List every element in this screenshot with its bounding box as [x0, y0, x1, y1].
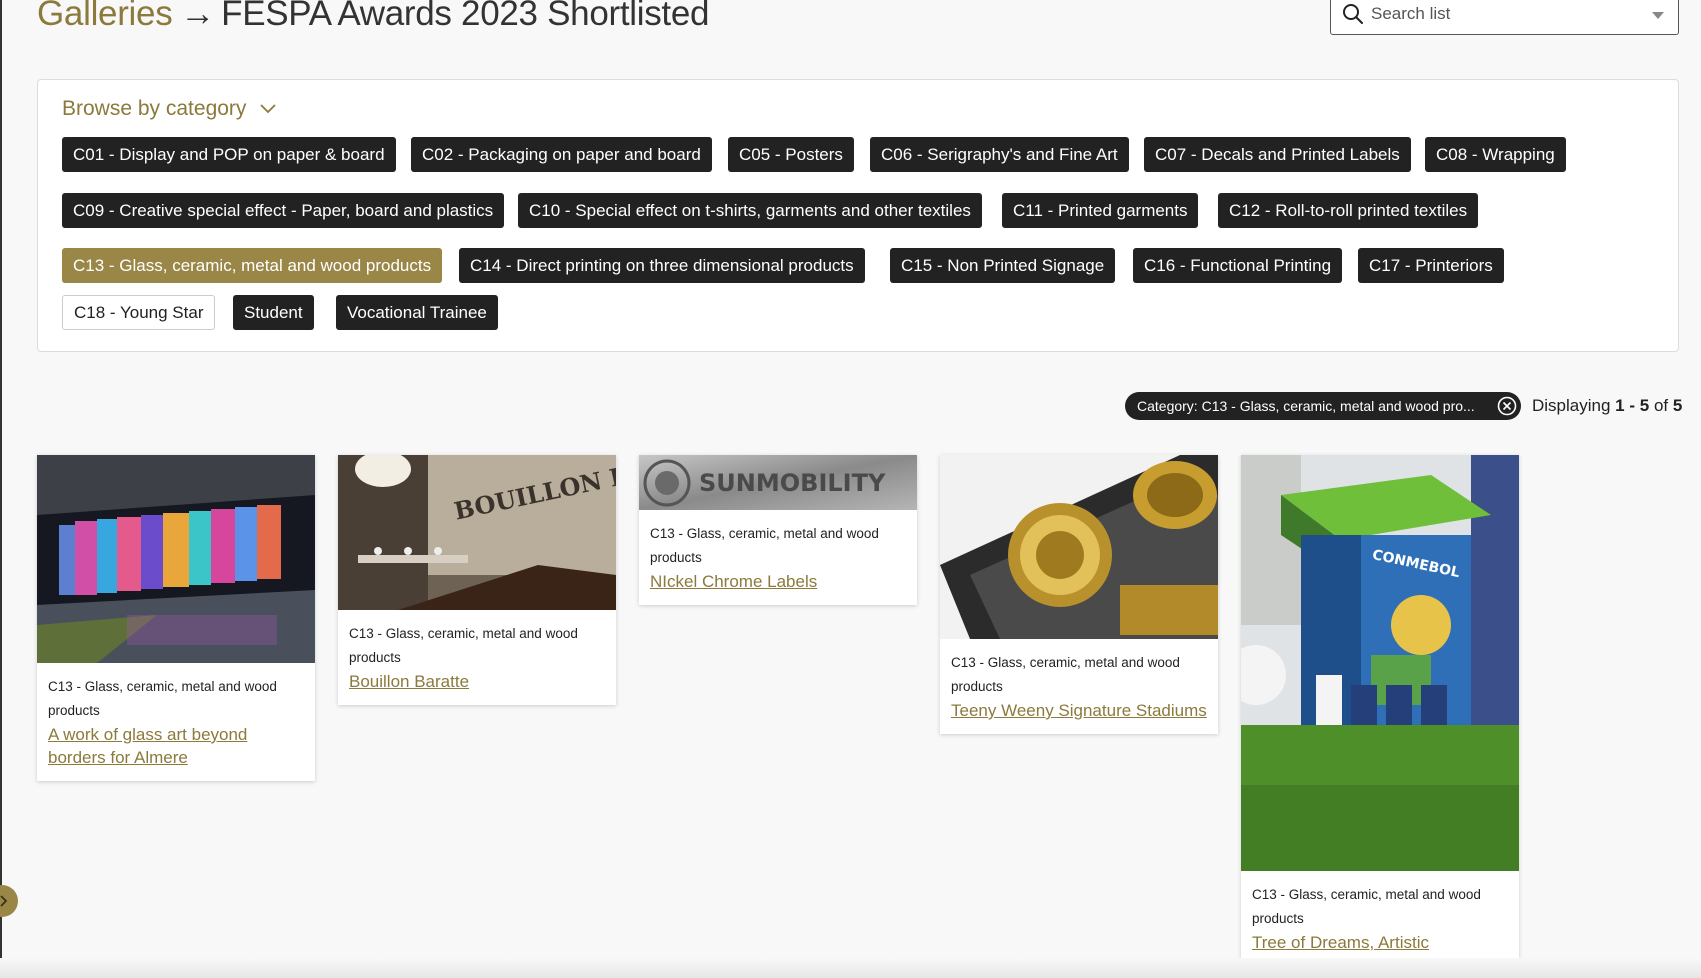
search-icon: [1343, 4, 1363, 24]
left-edge-rule: [0, 0, 2, 978]
chevron-right-icon: [0, 895, 8, 907]
dropdown-caret-icon[interactable]: [1652, 12, 1664, 19]
category-chip-c02[interactable]: C02 - Packaging on paper and board: [411, 137, 712, 172]
category-chip-c16[interactable]: C16 - Functional Printing: [1133, 248, 1343, 283]
category-chip-c11[interactable]: C11 - Printed garments: [1002, 193, 1199, 228]
browse-by-category-toggle[interactable]: Browse by category: [62, 97, 277, 121]
active-filter-pill: Category: C13 - Glass, ceramic, metal an…: [1125, 392, 1521, 420]
card-category: C13 - Glass, ceramic, metal and wood pro…: [951, 655, 1180, 694]
category-chip-c10[interactable]: C10 - Special effect on t-shirts, garmen…: [518, 193, 982, 228]
card-category: C13 - Glass, ceramic, metal and wood pro…: [1252, 887, 1481, 926]
category-chip-c13-active[interactable]: C13 - Glass, ceramic, metal and wood pro…: [62, 248, 443, 283]
gallery-card[interactable]: C13 - Glass, ceramic, metal and wood pro…: [940, 455, 1218, 734]
category-chip-vocational-trainee[interactable]: Vocational Trainee: [336, 295, 498, 330]
category-chip-c17[interactable]: C17 - Printeriors: [1358, 248, 1504, 283]
card-title-link[interactable]: NIckel Chrome Labels: [650, 570, 906, 593]
category-chip-c18[interactable]: C18 - Young Star: [62, 295, 216, 330]
card-image-glass-art[interactable]: [37, 455, 315, 663]
card-title-link[interactable]: A work of glass art beyond borders for A…: [48, 723, 304, 769]
card-category: C13 - Glass, ceramic, metal and wood pro…: [48, 679, 277, 718]
page-title-text: FESPA Awards 2023 Shortlisted: [221, 0, 710, 33]
category-chip-c08[interactable]: C08 - Wrapping: [1425, 137, 1566, 172]
category-chip-c07[interactable]: C07 - Decals and Printed Labels: [1144, 137, 1411, 172]
card-image-logo-text: SUNMOBILITY: [699, 469, 886, 497]
category-chip-c14[interactable]: C14 - Direct printing on three dimension…: [459, 248, 865, 283]
display-range: 1 - 5: [1615, 396, 1650, 415]
card-image-signature-stadiums[interactable]: [940, 455, 1218, 639]
display-count: Displaying 1 - 5 of 5: [1532, 392, 1682, 420]
category-chip-c15[interactable]: C15 - Non Printed Signage: [890, 248, 1116, 283]
card-title-link[interactable]: Teeny Weeny Signature Stadiums: [951, 699, 1207, 722]
category-chip-c05[interactable]: C05 - Posters: [728, 137, 854, 172]
card-image-nickel-chrome-labels[interactable]: SUNMOBILITY: [639, 455, 917, 510]
category-chip-c01[interactable]: C01 - Display and POP on paper & board: [62, 137, 396, 172]
page-title: Galleries → FESPA Awards 2023 Shortlisted: [37, 0, 709, 34]
gallery-card[interactable]: SUNMOBILITY C13 - Glass, ceramic, metal …: [639, 455, 917, 605]
card-title-link[interactable]: Bouillon Baratte: [349, 670, 605, 693]
card-image-bouillon-baratte[interactable]: BOUILLON BARATTE: [338, 455, 616, 610]
breadcrumb-galleries-link[interactable]: Galleries: [37, 0, 173, 33]
category-chip-c06[interactable]: C06 - Serigraphy's and Fine Art: [870, 137, 1129, 172]
breadcrumb-arrow: →: [180, 0, 216, 33]
card-category: C13 - Glass, ceramic, metal and wood pro…: [349, 626, 578, 665]
card-category: C13 - Glass, ceramic, metal and wood pro…: [650, 526, 879, 565]
category-chip-student[interactable]: Student: [233, 295, 314, 330]
gallery-card[interactable]: BOUILLON BARATTE C13 - Glass, ceramic, m…: [338, 455, 616, 705]
side-panel-toggle[interactable]: [0, 885, 18, 917]
card-image-tree-of-dreams[interactable]: CONMEBOL: [1241, 455, 1519, 871]
browse-by-category-label: Browse by category: [62, 97, 247, 120]
category-chip-c09[interactable]: C09 - Creative special effect - Paper, b…: [62, 193, 505, 228]
close-icon[interactable]: [1497, 396, 1517, 416]
category-chip-c12[interactable]: C12 - Roll-to-roll printed textiles: [1218, 193, 1479, 228]
browse-by-category-panel: Browse by category C01 - Display and POP…: [37, 79, 1679, 352]
active-filter-label: Category: C13 - Glass, ceramic, metal an…: [1137, 398, 1475, 414]
gallery-card[interactable]: C13 - Glass, ceramic, metal and wood pro…: [37, 455, 315, 781]
display-of: of: [1653, 396, 1669, 415]
gallery-card[interactable]: CONMEBOL C13 - Glass, ceramic, metal and…: [1241, 455, 1519, 978]
display-prefix: Displaying: [1532, 396, 1611, 415]
search-list-box[interactable]: [1330, 0, 1679, 35]
search-input[interactable]: [1371, 1, 1641, 27]
display-total: 5: [1672, 396, 1683, 415]
chevron-down-icon: [260, 104, 277, 114]
bottom-fade: [0, 958, 1701, 978]
